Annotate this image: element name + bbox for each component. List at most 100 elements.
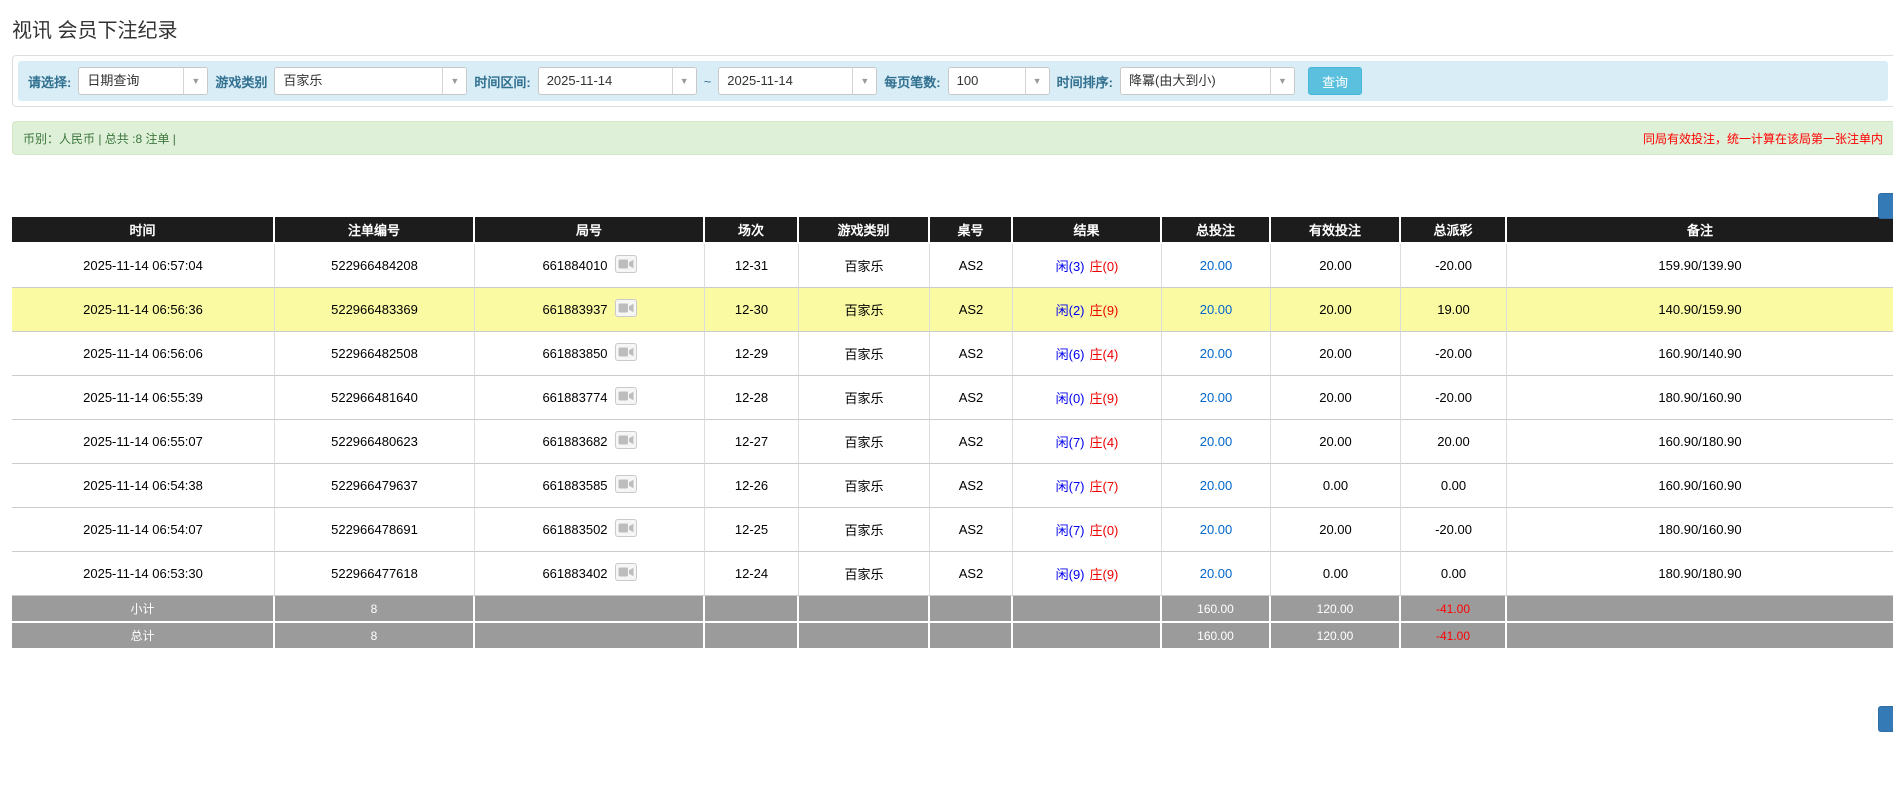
result-player: 闲(7): [1055, 479, 1085, 494]
cell-valid-bet: 20.00: [1271, 332, 1401, 376]
pagination-button-partial[interactable]: [1878, 193, 1893, 219]
cell-session: 12-24: [705, 552, 799, 596]
cell-result: 闲(9) 庄(9): [1013, 552, 1162, 596]
cell-table-no: AS2: [930, 552, 1013, 596]
cell-bet-id: 522966479637: [275, 464, 475, 508]
cell-table-no: AS2: [930, 332, 1013, 376]
cell-session: 12-27: [705, 420, 799, 464]
cell-round-id: 661883937: [475, 288, 705, 332]
table-row: 2025-11-14 06:55:07 522966480623 6618836…: [12, 420, 1893, 464]
sort-order-select[interactable]: 降冪(由大到小) ▼: [1119, 67, 1295, 95]
total-bet-link[interactable]: 20.00: [1200, 434, 1233, 449]
video-replay-icon[interactable]: [614, 255, 637, 276]
cell-session: 12-31: [705, 244, 799, 288]
info-bar: 币别：人民币 | 总共 :8 注单 | 同局有效投注，统一计算在该局第一张注单内: [12, 121, 1893, 155]
cell-note: 160.90/180.90: [1507, 420, 1893, 464]
result-banker: 庄(0): [1089, 259, 1119, 274]
cell-game-type: 百家乐: [799, 244, 930, 288]
result-player: 闲(9): [1055, 567, 1085, 582]
range-separator: ~: [703, 73, 712, 89]
bet-records-table: 时间 注单编号 局号 场次 游戏类别 桌号 结果 总投注 有效投注 总派彩 备注…: [12, 217, 1893, 650]
total-bet-link[interactable]: 20.00: [1200, 478, 1233, 493]
cell-bet-id: 522966478691: [275, 508, 475, 552]
video-replay-icon[interactable]: [614, 343, 637, 364]
cell-valid-bet: 0.00: [1271, 464, 1401, 508]
search-button[interactable]: 查询: [1307, 67, 1362, 95]
table-row: 2025-11-14 06:56:06 522966482508 6618838…: [12, 332, 1893, 376]
subtotal-count: 8: [275, 596, 475, 623]
cell-payout: 0.00: [1401, 464, 1507, 508]
total-bet-link[interactable]: 20.00: [1200, 522, 1233, 537]
video-replay-icon[interactable]: [614, 519, 637, 540]
chevron-down-icon: ▼: [671, 68, 696, 94]
table-row: 2025-11-14 06:54:07 522966478691 6618835…: [12, 508, 1893, 552]
cell-note: 160.90/140.90: [1507, 332, 1893, 376]
result-banker: 庄(4): [1089, 435, 1119, 450]
cell-session: 12-26: [705, 464, 799, 508]
result-player: 闲(2): [1055, 303, 1085, 318]
table-row: 2025-11-14 06:56:36 522966483369 6618839…: [12, 288, 1893, 332]
cell-round-id: 661883585: [475, 464, 705, 508]
chevron-down-icon: ▼: [1269, 68, 1294, 94]
total-bet-link[interactable]: 20.00: [1200, 390, 1233, 405]
video-replay-icon[interactable]: [614, 431, 637, 452]
cell-payout: 20.00: [1401, 420, 1507, 464]
header-valid-bet: 有效投注: [1271, 217, 1401, 244]
cell-game-type: 百家乐: [799, 288, 930, 332]
result-player: 闲(6): [1055, 347, 1085, 362]
cell-valid-bet: 20.00: [1271, 508, 1401, 552]
header-bet-id: 注单编号: [275, 217, 475, 244]
result-banker: 庄(9): [1089, 303, 1119, 318]
cell-bet-id: 522966480623: [275, 420, 475, 464]
date-from-select[interactable]: 2025-11-14 ▼: [537, 67, 697, 95]
cell-time: 2025-11-14 06:54:07: [12, 508, 275, 552]
total-bet-link[interactable]: 20.00: [1200, 566, 1233, 581]
result-banker: 庄(7): [1089, 479, 1119, 494]
cell-bet-id: 522966481640: [275, 376, 475, 420]
cell-session: 12-30: [705, 288, 799, 332]
cell-result: 闲(7) 庄(0): [1013, 508, 1162, 552]
cell-game-type: 百家乐: [799, 552, 930, 596]
round-id-text: 661883774: [542, 390, 608, 405]
page-size-select[interactable]: 100 ▼: [947, 67, 1050, 95]
video-replay-icon[interactable]: [614, 387, 637, 408]
total-total-bet: 160.00: [1162, 623, 1271, 650]
video-replay-icon[interactable]: [614, 563, 637, 584]
cell-payout: -20.00: [1401, 508, 1507, 552]
sort-order-value: 降冪(由大到小): [1128, 73, 1216, 88]
total-bet-link[interactable]: 20.00: [1200, 346, 1233, 361]
date-to-select[interactable]: 2025-11-14 ▼: [718, 67, 878, 95]
cell-payout: 19.00: [1401, 288, 1507, 332]
round-id-text: 661883585: [542, 478, 608, 493]
cell-result: 闲(7) 庄(4): [1013, 420, 1162, 464]
cell-total-bet: 20.00: [1162, 376, 1271, 420]
total-bet-link[interactable]: 20.00: [1200, 258, 1233, 273]
cell-game-type: 百家乐: [799, 420, 930, 464]
query-type-select[interactable]: 日期查询 ▼: [78, 67, 209, 95]
total-bet-link[interactable]: 20.00: [1200, 302, 1233, 317]
video-replay-icon[interactable]: [614, 299, 637, 320]
cell-valid-bet: 20.00: [1271, 376, 1401, 420]
total-label: 总计: [12, 623, 275, 650]
cell-round-id: 661883850: [475, 332, 705, 376]
result-banker: 庄(0): [1089, 523, 1119, 538]
cell-total-bet: 20.00: [1162, 552, 1271, 596]
cell-game-type: 百家乐: [799, 508, 930, 552]
header-time: 时间: [12, 217, 275, 244]
round-id-text: 661883682: [542, 434, 608, 449]
cell-total-bet: 20.00: [1162, 288, 1271, 332]
result-player: 闲(7): [1055, 435, 1085, 450]
cell-round-id: 661883502: [475, 508, 705, 552]
table-row: 2025-11-14 06:54:38 522966479637 6618835…: [12, 464, 1893, 508]
pagination-button-partial[interactable]: [1878, 706, 1893, 732]
round-id-text: 661883937: [542, 302, 608, 317]
round-id-text: 661883402: [542, 566, 608, 581]
cell-time: 2025-11-14 06:55:07: [12, 420, 275, 464]
cell-bet-id: 522966484208: [275, 244, 475, 288]
result-player: 闲(3): [1055, 259, 1085, 274]
subtotal-valid-bet: 120.00: [1271, 596, 1401, 623]
video-replay-icon[interactable]: [614, 475, 637, 496]
game-type-select[interactable]: 百家乐 ▼: [274, 67, 468, 95]
cell-session: 12-25: [705, 508, 799, 552]
round-id-text: 661883850: [542, 346, 608, 361]
